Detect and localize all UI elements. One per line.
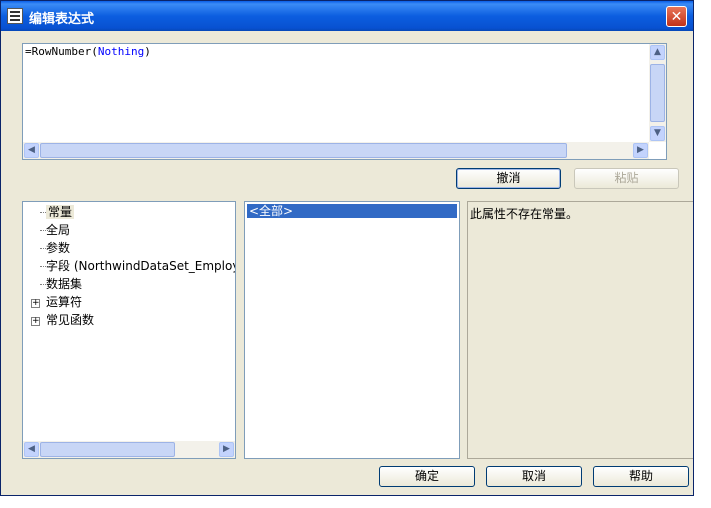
help-button[interactable]: 帮助 (593, 466, 689, 487)
scroll-down-icon[interactable]: ▼ (650, 126, 665, 141)
expression-text[interactable]: =RowNumber(Nothing) (25, 45, 151, 58)
title-bar[interactable]: 编辑表达式 ✕ (1, 1, 693, 31)
paste-button[interactable]: 粘贴 (574, 168, 679, 189)
tree-item-operators[interactable]: 运算符 (46, 294, 82, 310)
vertical-scroll-thumb[interactable] (650, 64, 665, 122)
expand-icon[interactable]: + (31, 317, 40, 326)
description-panel: 此属性不存在常量。 (467, 201, 693, 459)
description-text: 此属性不存在常量。 (470, 207, 579, 221)
tree-horizontal-scrollbar[interactable]: ◀ ▶ (23, 441, 235, 458)
keyword-nothing: Nothing (97, 45, 145, 58)
expand-icon[interactable]: + (31, 299, 40, 308)
editor-vertical-scrollbar[interactable]: ▲ ▼ (649, 44, 666, 142)
scroll-right-icon[interactable]: ▶ (219, 442, 234, 457)
expression-editor[interactable]: =RowNumber(Nothing) ▲ ▼ ◀ ▶ (22, 43, 667, 160)
tree-item-parameters[interactable]: 参数 (46, 240, 70, 256)
scroll-left-icon[interactable]: ◀ (24, 442, 39, 457)
ok-button[interactable]: 确定 (379, 466, 475, 487)
dialog-title: 编辑表达式 (29, 12, 95, 27)
edit-expression-dialog: 编辑表达式 ✕ =RowNumber(Nothing) ▲ ▼ ◀ ▶ 撤消 粘… (0, 0, 694, 496)
list-item-all[interactable]: <全部> (247, 204, 457, 218)
dialog-icon (7, 8, 23, 24)
category-tree[interactable]: 常量 全局 参数 字段 (NorthwindDataSet_Employee 数… (22, 201, 236, 459)
horizontal-scroll-thumb[interactable] (40, 442, 175, 457)
editor-horizontal-scrollbar[interactable]: ◀ ▶ (23, 142, 649, 159)
tree-item-fields[interactable]: 字段 (NorthwindDataSet_Employee (46, 258, 235, 274)
tree-item-constants[interactable]: 常量 (46, 204, 75, 220)
scroll-left-icon[interactable]: ◀ (24, 143, 39, 158)
scroll-up-icon[interactable]: ▲ (650, 45, 665, 60)
item-list[interactable]: <全部> (244, 201, 460, 459)
scroll-right-icon[interactable]: ▶ (633, 143, 648, 158)
horizontal-scroll-thumb[interactable] (40, 143, 567, 158)
tree-item-globals[interactable]: 全局 (46, 222, 70, 238)
cancel-button[interactable]: 取消 (486, 466, 582, 487)
tree-item-datasets[interactable]: 数据集 (46, 276, 82, 292)
undo-button[interactable]: 撤消 (456, 168, 561, 189)
tree-item-common-functions[interactable]: 常见函数 (46, 312, 94, 328)
close-icon[interactable]: ✕ (666, 6, 687, 27)
